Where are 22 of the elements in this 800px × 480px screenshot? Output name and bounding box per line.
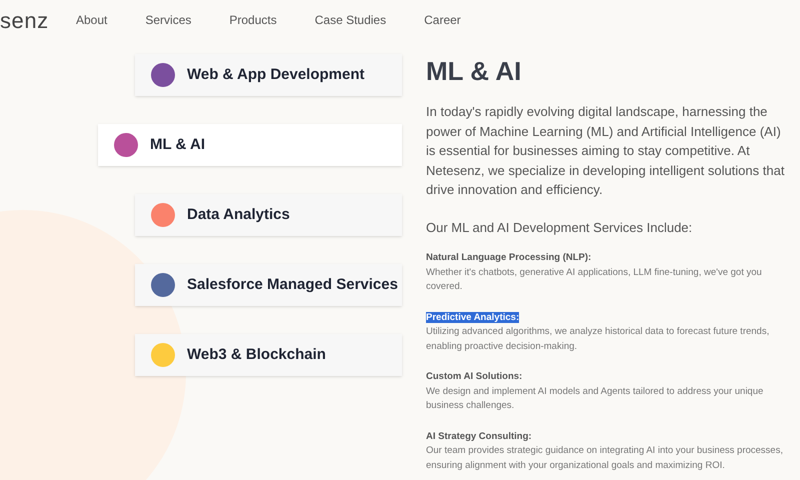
category-tab[interactable]: Web3 & Blockchain (135, 334, 402, 376)
category-tab[interactable]: Salesforce Managed Services (135, 264, 402, 306)
category-tab[interactable]: ML & AI (98, 124, 402, 166)
category-tab[interactable]: Web & App Development (135, 54, 402, 96)
service-heading: Custom AI Solutions: (426, 371, 522, 382)
service-heading: AI Strategy Consulting: (426, 430, 532, 442)
service-heading: Natural Language Processing (NLP): (426, 252, 592, 263)
logo[interactable]: senz (0, 4, 76, 36)
nav-link[interactable]: About (76, 11, 108, 29)
nav-link[interactable]: Services (145, 11, 192, 29)
nav-link[interactable]: Products (229, 11, 277, 29)
intro-paragraph: In today's rapidly evolving digital landscape, harnessing the power of Machine Learning (ML) and Artificial Intelligence (AI) is essential for businesses aiming to stay competitive. At Netesenz, we specialize in developing intelligent solutions that drive innovation and efficiency. (426, 103, 786, 199)
nav-link[interactable]: Career (424, 11, 461, 29)
section-title: ML & AI (426, 55, 522, 88)
services-subtitle: Our ML and AI Development Services Include: (426, 218, 694, 237)
service-description: Whether it's chatbots, generative AI applications, LLM fine-tuning, we've got you covered. (426, 266, 763, 294)
nav-link[interactable]: Case Studies (314, 11, 386, 29)
category-tab[interactable]: Data Analytics (135, 194, 402, 236)
service-description: We design and implement AI models and Agents tailored to address your unique business challenges. (426, 384, 764, 413)
service-description: Utilizing advanced algorithms, we analyze historical data to forecast future trends, enabling proactive decision-making. (426, 325, 770, 354)
service-description: Our team provides strategic guidance on integrating AI into your business processes, ensuring alignment with your organizational goals and maximizing ROI. (426, 444, 784, 472)
service-heading: Predictive Analytics: (426, 312, 520, 322)
